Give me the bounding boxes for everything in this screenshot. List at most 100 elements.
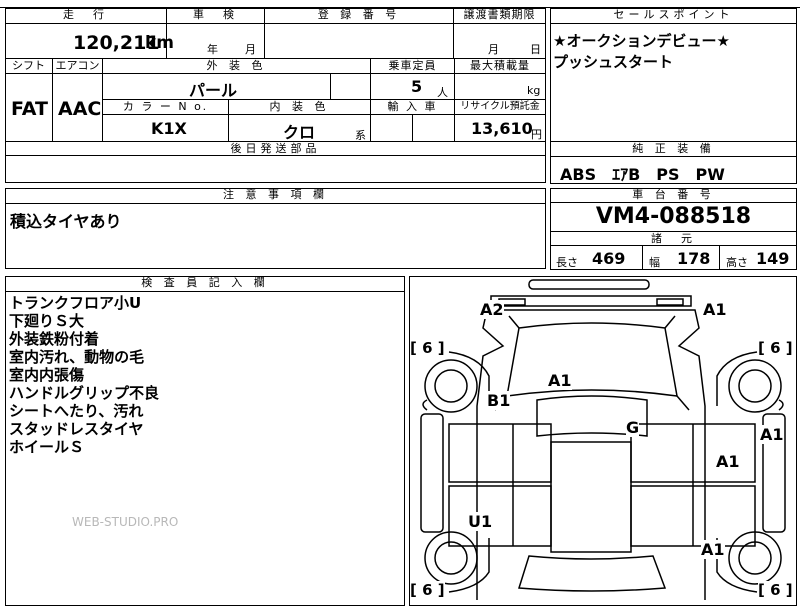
wheel-fr-inner xyxy=(738,369,772,403)
inspector-label: 検 査 員 記 入 欄 xyxy=(5,276,405,292)
sales-label: セールスポイント xyxy=(550,8,797,24)
height-cell: 高さ 149 xyxy=(720,246,797,270)
mark-a1-door: A1 xyxy=(716,452,740,471)
mark-a2: A2 xyxy=(480,300,504,319)
tire-tread-fl: [ 6 ] xyxy=(410,339,445,357)
wheel-rl-outer xyxy=(424,531,478,585)
inspection-year: 年 xyxy=(207,43,218,56)
interior-cell: クロ 系 xyxy=(229,115,371,142)
shift-cell: FAT xyxy=(5,74,53,142)
inspector-line: 室内内張傷 xyxy=(9,366,85,384)
hood-rect-right xyxy=(656,298,684,306)
mileage-label: 走 行 xyxy=(5,8,167,24)
inspection-cell: 年 月 xyxy=(167,24,265,59)
interior-label: 内 装 色 xyxy=(229,100,371,115)
top-cut-bar xyxy=(0,0,800,8)
exterior-value: パール xyxy=(189,81,238,100)
left-door-rear xyxy=(448,485,552,547)
exterior-extra-cell xyxy=(331,74,371,100)
cabin xyxy=(550,441,632,553)
import-cell-a xyxy=(371,115,413,142)
color-no-cell: K1X xyxy=(103,115,229,142)
wheel-rr-inner xyxy=(738,541,772,575)
recycle-value: 13,610 xyxy=(471,119,533,138)
rear-window xyxy=(518,555,667,592)
mirror-right xyxy=(778,399,784,411)
shift-value: FAT xyxy=(11,98,48,120)
sales-line: プッシュスタート xyxy=(553,53,674,71)
chassis-value: VM4-088518 xyxy=(595,204,752,229)
wheel-rl-inner xyxy=(434,541,468,575)
mark-g: G xyxy=(626,418,640,437)
equipment-value: ABS ｴｱB PS PW xyxy=(560,165,725,184)
width-value: 178 xyxy=(677,249,711,268)
width-cell: 幅 178 xyxy=(643,246,720,270)
length-label: 長さ xyxy=(556,256,578,269)
wheel-fr-outer xyxy=(728,359,782,413)
import-cell-b xyxy=(413,115,455,142)
exterior-cell: パール xyxy=(103,74,331,100)
inspector-line: ホイールＳ xyxy=(9,438,85,456)
height-value: 149 xyxy=(756,249,790,268)
wheel-fl-outer xyxy=(424,359,478,413)
exterior-label: 外 装 色 xyxy=(103,59,371,74)
tire-tread-fr: [ 6 ] xyxy=(758,339,793,357)
dimensions-label: 諸 元 xyxy=(550,231,797,246)
vehicle-diagram xyxy=(420,279,786,600)
color-no-label: カ ラ ー N o. xyxy=(103,100,229,115)
inspector-line: シートへたり、汚れ xyxy=(9,402,144,420)
inspection-label: 車 検 xyxy=(167,8,265,24)
transfer-label: 譲渡書類期限 xyxy=(454,8,545,24)
chassis-label: 車 台 番 号 xyxy=(550,188,797,203)
inspector-line: 室内汚れ、動物の毛 xyxy=(9,348,145,366)
capacity-label: 乗車定員 xyxy=(371,59,455,74)
max-load-cell: kg xyxy=(455,74,545,100)
mark-a1-roof: A1 xyxy=(548,371,572,390)
windshield xyxy=(506,322,678,397)
length-cell: 長さ 469 xyxy=(550,246,643,270)
mark-u1: U1 xyxy=(468,512,493,531)
left-door-front xyxy=(448,423,552,483)
notes-value: 積込タイヤあり xyxy=(10,212,122,231)
sales-line: ★オークションデビュー★ xyxy=(553,32,730,50)
inspector-line: トランクフロア小U xyxy=(9,294,142,312)
left-side-strip xyxy=(420,413,444,533)
interior-suffix: 系 xyxy=(355,129,366,142)
front-bumper xyxy=(528,279,650,290)
later-parts-label: 後日発送部品 xyxy=(230,142,321,155)
body-outline xyxy=(476,309,706,600)
mark-a1-top: A1 xyxy=(703,300,727,319)
mark-a1-rear: A1 xyxy=(701,540,725,559)
recycle-label: リサイクル預託金 xyxy=(455,100,545,115)
interior-value: クロ xyxy=(283,123,316,142)
length-value: 469 xyxy=(592,249,626,268)
max-load-unit: kg xyxy=(527,84,541,97)
later-parts-cell xyxy=(5,156,546,183)
capacity-cell: 5 人 xyxy=(371,74,455,100)
wheel-fl-inner xyxy=(434,369,468,403)
ac-label: エアコン xyxy=(53,59,103,74)
transfer-month: 月 xyxy=(488,43,499,56)
watermark: WEB-STUDIO.PRO xyxy=(72,515,179,529)
a-pillar-left xyxy=(494,395,690,411)
mirror-left xyxy=(422,399,428,411)
ac-value: AAC xyxy=(58,98,102,120)
import-label: 輸 入 車 xyxy=(371,100,455,115)
transfer-cell: 月 日 xyxy=(454,24,545,59)
equipment-label: 純 正 装 備 xyxy=(550,142,797,157)
inspector-line: 外装鉄粉付着 xyxy=(9,330,100,348)
tire-tread-rl: [ 6 ] xyxy=(410,581,445,599)
transfer-day: 日 xyxy=(530,43,541,56)
inspector-lines: トランクフロア小U 下廻りＳ大 外装鉄粉付着 室内汚れ、動物の毛 室内内張傷 ハ… xyxy=(9,294,159,456)
inspection-month: 月 xyxy=(245,43,256,56)
registration-label: 登 録 番 号 xyxy=(265,8,454,24)
registration-cell xyxy=(265,24,454,59)
width-label: 幅 xyxy=(649,256,660,269)
mark-b1: B1 xyxy=(487,391,511,410)
notes-label: 注 意 事 項 欄 xyxy=(5,188,546,204)
inspector-line: スタッドレスタイヤ xyxy=(9,420,144,438)
mark-a1-right: A1 xyxy=(760,425,784,444)
max-load-label: 最大積載量 xyxy=(455,59,545,74)
inspector-line: ハンドルグリップ不良 xyxy=(9,384,160,402)
shift-label: シフト xyxy=(5,59,53,74)
